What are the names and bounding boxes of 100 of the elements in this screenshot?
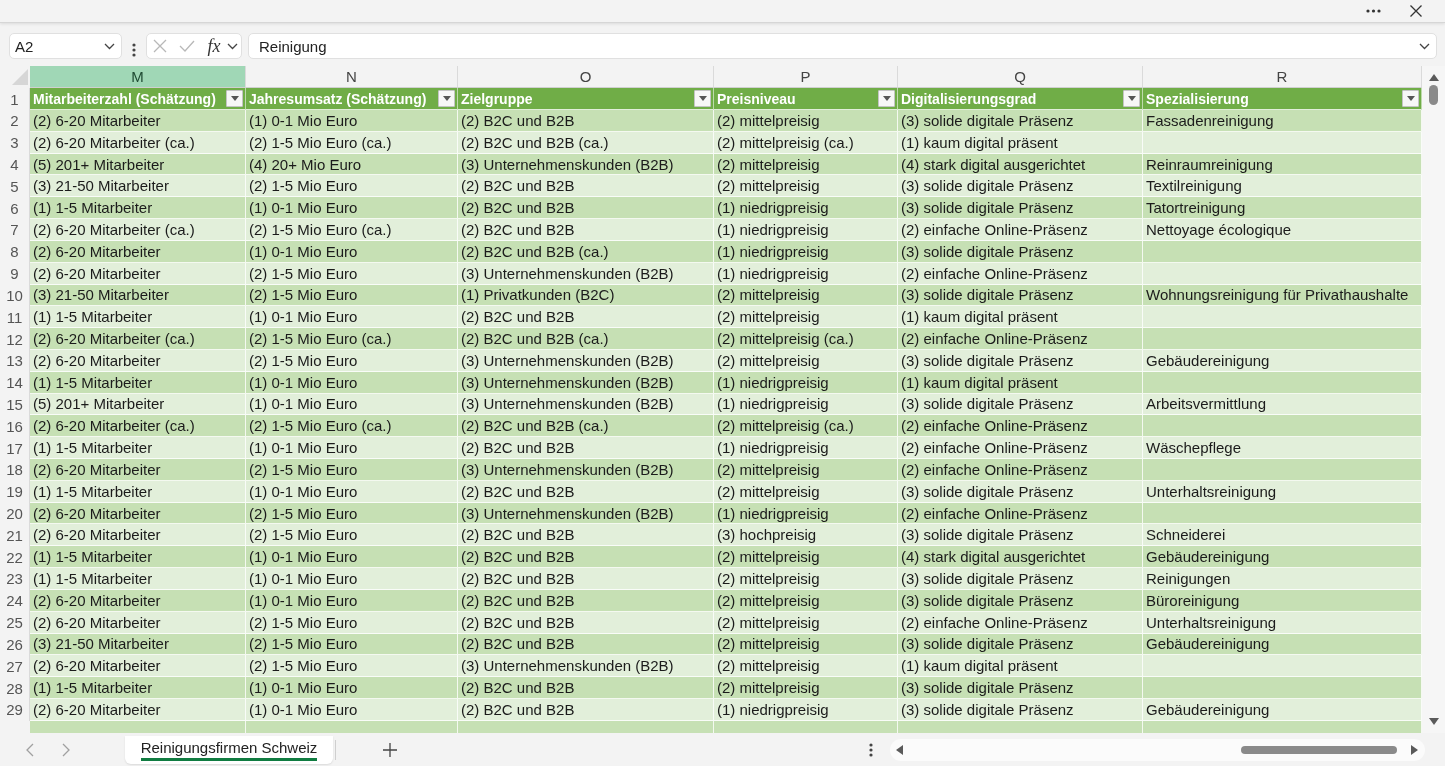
chevron-down-icon[interactable] — [104, 42, 115, 50]
column-header[interactable]: R — [1143, 66, 1422, 88]
table-cell: (2) B2C und B2B — [458, 524, 714, 547]
table-cell: (1) 0-1 Mio Euro — [246, 197, 458, 220]
table-cell: (2) einfache Online-Präsenz — [898, 459, 1143, 481]
table-cell: (1) 1-5 Mitarbeiter — [30, 480, 246, 503]
scrollbar-thumb[interactable] — [1241, 745, 1397, 754]
table-cell: (1) kaum digital präsent — [898, 131, 1143, 154]
table-cell: (2) mittelpreisig (ca.) — [714, 328, 898, 350]
filter-button[interactable] — [226, 90, 243, 107]
table-cell: (2) einfache Online-Präsenz — [898, 415, 1143, 438]
table-cell: (2) B2C und B2B — [458, 677, 714, 699]
header-label: Jahresumsatz (Schätzung) — [249, 90, 427, 107]
filter-button[interactable] — [1123, 90, 1140, 107]
table-cell: (1) 0-1 Mio Euro — [246, 677, 458, 699]
chevron-down-icon[interactable] — [227, 42, 238, 50]
sheet-tab[interactable]: Reinigungsfirmen Schweiz — [125, 735, 333, 764]
table-cell: (2) mittelpreisig — [714, 349, 898, 372]
more-options-icon[interactable] — [869, 742, 873, 757]
table-cell: (2) 6-20 Mitarbeiter (ca.) — [30, 219, 246, 241]
column-header[interactable]: P — [714, 66, 898, 88]
insert-function-button[interactable]: fx — [205, 36, 223, 56]
formula-input[interactable]: Reinigung — [248, 33, 1437, 59]
header-label: Mitarbeiterzahl (Schätzung) — [33, 90, 216, 107]
table-cell: (2) 1-5 Mio Euro — [246, 284, 458, 307]
table-cell: (1) 1-5 Mitarbeiter — [30, 568, 246, 590]
filter-button[interactable] — [878, 90, 895, 107]
table-cell: (2) 6-20 Mitarbeiter — [30, 524, 246, 547]
table-cell: (2) B2C und B2B — [458, 480, 714, 503]
table-cell: (2) B2C und B2B (ca.) — [458, 328, 714, 350]
plus-icon[interactable] — [383, 742, 397, 757]
table-cell: (2) 1-5 Mio Euro — [246, 502, 458, 525]
filter-button[interactable] — [694, 90, 711, 107]
table-cell: (1) 1-5 Mitarbeiter — [30, 371, 246, 394]
column-header[interactable]: N — [246, 66, 458, 88]
table-cell: Gebäudereinigung — [1143, 349, 1422, 372]
table-cell: (1) 0-1 Mio Euro — [246, 240, 458, 263]
table-cell: (3) solide digitale Präsenz — [898, 349, 1143, 372]
table-cell: (2) 6-20 Mitarbeiter — [30, 502, 246, 525]
table-cell: (1) niedrigpreisig — [714, 393, 898, 416]
check-icon[interactable] — [179, 40, 195, 52]
table-cell: (1) 1-5 Mitarbeiter — [30, 197, 246, 220]
table-cell: (2) B2C und B2B — [458, 175, 714, 198]
table-cell: (2) einfache Online-Präsenz — [898, 328, 1143, 350]
scroll-down-icon[interactable] — [1428, 718, 1439, 725]
scrollbar-thumb[interactable] — [1429, 85, 1438, 105]
table-cell: (3) solide digitale Präsenz — [898, 480, 1143, 503]
header-label: Preisniveau — [717, 90, 796, 107]
name-box[interactable]: A2 — [9, 33, 122, 59]
scroll-left-icon[interactable] — [896, 744, 903, 755]
table-cell: (3) Unternehmenskunden (B2B) — [458, 655, 714, 678]
table-cell: (3) solide digitale Präsenz — [898, 677, 1143, 699]
scroll-right-icon[interactable] — [1411, 744, 1418, 755]
table-cell: (2) 6-20 Mitarbeiter (ca.) — [30, 328, 246, 350]
filter-button[interactable] — [1402, 90, 1419, 107]
table-cell: (2) 1-5 Mio Euro — [246, 524, 458, 547]
more-options-icon[interactable] — [132, 42, 136, 57]
scroll-up-icon[interactable] — [1428, 74, 1439, 81]
table-cell: (2) B2C und B2B — [458, 568, 714, 590]
table-cell: (2) 6-20 Mitarbeiter — [30, 262, 246, 285]
table-cell: (2) 1-5 Mio Euro — [246, 611, 458, 634]
table-cell: (2) 6-20 Mitarbeiter — [30, 589, 246, 612]
caret-down-icon — [698, 96, 707, 101]
table-cell: (2) mittelpreisig — [714, 480, 898, 503]
table-cell: (1) niedrigpreisig — [714, 219, 898, 241]
table-cell: (2) mittelpreisig — [714, 633, 898, 656]
filter-button[interactable] — [438, 90, 455, 107]
table-cell: Gebäudereinigung — [1143, 546, 1422, 569]
table-cell: (1) 0-1 Mio Euro — [246, 437, 458, 459]
table-cell: (1) niedrigpreisig — [714, 698, 898, 721]
table-cell: (1) niedrigpreisig — [714, 502, 898, 525]
caret-down-icon — [230, 96, 239, 101]
expand-chevron-icon[interactable] — [1419, 42, 1430, 50]
close-icon[interactable] — [1410, 5, 1422, 17]
table-cell: (3) 21-50 Mitarbeiter — [30, 284, 246, 307]
table-cell: (1) 0-1 Mio Euro — [246, 546, 458, 569]
table-cell: (2) 6-20 Mitarbeiter — [30, 698, 246, 721]
column-header[interactable]: O — [458, 66, 714, 88]
table-cell: (2) 1-5 Mio Euro (ca.) — [246, 415, 458, 438]
table-cell: (2) B2C und B2B — [458, 437, 714, 459]
table-cell: Büroreinigung — [1143, 589, 1422, 612]
table-cell: (3) solide digitale Präsenz — [898, 589, 1143, 612]
table-cell: (3) Unternehmenskunden (B2B) — [458, 502, 714, 525]
table-cell: (2) 1-5 Mio Euro (ca.) — [246, 219, 458, 241]
table-cell: (3) solide digitale Präsenz — [898, 393, 1143, 416]
table-cell: (3) solide digitale Präsenz — [898, 197, 1143, 220]
table-cell: (2) mittelpreisig — [714, 110, 898, 132]
table-cell: (1) 0-1 Mio Euro — [246, 480, 458, 503]
table-cell: (2) mittelpreisig — [714, 655, 898, 678]
table-cell: (1) niedrigpreisig — [714, 197, 898, 220]
table-cell: (3) Unternehmenskunden (B2B) — [458, 393, 714, 416]
table-cell: (2) B2C und B2B (ca.) — [458, 415, 714, 438]
table-cell: (3) solide digitale Präsenz — [898, 568, 1143, 590]
table-cell: (1) kaum digital präsent — [898, 655, 1143, 678]
table-cell: (4) 20+ Mio Euro — [246, 153, 458, 176]
column-header[interactable]: Q — [898, 66, 1143, 88]
column-header[interactable]: M — [30, 66, 246, 88]
table-cell: (1) 0-1 Mio Euro — [246, 393, 458, 416]
table-cell: (2) mittelpreisig — [714, 306, 898, 329]
more-icon[interactable] — [1366, 9, 1381, 13]
